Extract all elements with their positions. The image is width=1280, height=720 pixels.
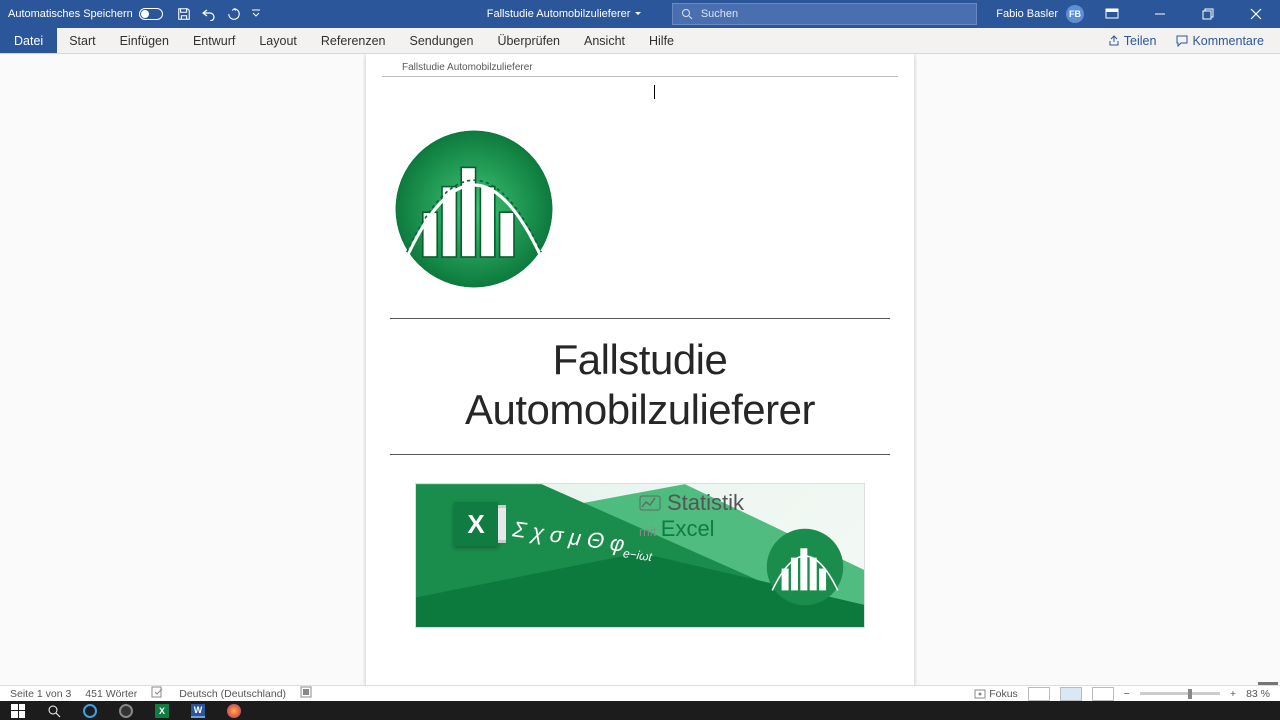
autosave-toggle[interactable]: Automatisches Speichern bbox=[0, 8, 171, 20]
minimize-icon[interactable] bbox=[1140, 0, 1180, 28]
taskbar-word-icon[interactable]: W bbox=[180, 701, 216, 720]
read-mode-icon[interactable] bbox=[1028, 687, 1050, 701]
tab-referenzen[interactable]: Referenzen bbox=[309, 28, 398, 53]
redo-icon[interactable] bbox=[227, 7, 241, 21]
text-cursor bbox=[654, 85, 655, 99]
undo-icon[interactable] bbox=[201, 7, 217, 21]
tab-layout[interactable]: Layout bbox=[247, 28, 309, 53]
user-name[interactable]: Fabio Basler bbox=[996, 8, 1058, 20]
save-icon[interactable] bbox=[177, 7, 191, 21]
running-header: Fallstudie Automobilzulieferer bbox=[382, 62, 898, 77]
zoom-in-button[interactable]: + bbox=[1230, 688, 1236, 700]
windows-taskbar: X W bbox=[0, 701, 1280, 720]
taskbar-search-icon[interactable] bbox=[36, 701, 72, 720]
taskbar-excel-icon[interactable]: X bbox=[144, 701, 180, 720]
close-icon[interactable] bbox=[1236, 0, 1276, 28]
page-indicator[interactable]: Seite 1 von 3 bbox=[10, 688, 71, 700]
print-layout-icon[interactable] bbox=[1060, 687, 1082, 701]
autosave-label: Automatisches Speichern bbox=[8, 8, 133, 20]
tab-datei[interactable]: Datei bbox=[0, 28, 57, 53]
zoom-level[interactable]: 83 % bbox=[1246, 688, 1270, 700]
document-title[interactable]: Fallstudie Automobilzulieferer bbox=[487, 8, 643, 20]
excel-icon: X bbox=[454, 502, 498, 546]
tab-start[interactable]: Start bbox=[57, 28, 107, 53]
statusbar: Seite 1 von 3 451 Wörter Deutsch (Deutsc… bbox=[0, 685, 1280, 701]
ribbon-display-icon[interactable] bbox=[1092, 0, 1132, 28]
cortana-icon[interactable] bbox=[72, 701, 108, 720]
document-title-text: Fallstudie Automobilzulieferer bbox=[487, 8, 631, 20]
share-icon bbox=[1108, 35, 1120, 47]
ribbon-tabs: Datei Start Einfügen Entwurf Layout Refe… bbox=[0, 28, 1280, 54]
title-line2: Automobilzulieferer bbox=[394, 385, 886, 435]
fokus-icon bbox=[974, 689, 986, 699]
search-icon bbox=[681, 8, 693, 20]
statistics-logo-small-icon bbox=[766, 528, 844, 606]
title-line1: Fallstudie bbox=[394, 335, 886, 385]
tab-sendungen[interactable]: Sendungen bbox=[398, 28, 486, 53]
comment-icon bbox=[1176, 35, 1188, 47]
search-placeholder: Suchen bbox=[701, 8, 738, 20]
word-count[interactable]: 451 Wörter bbox=[85, 688, 137, 700]
excel-statistics-banner: X Σ χ σ μ Θ φe−iωt Statistik mit Excel bbox=[415, 483, 865, 628]
obs-icon[interactable] bbox=[108, 701, 144, 720]
maximize-icon[interactable] bbox=[1188, 0, 1228, 28]
macro-icon[interactable] bbox=[300, 686, 312, 701]
banner-text: Statistik mit Excel bbox=[639, 490, 744, 542]
titlebar-right: Fabio Basler FB bbox=[996, 0, 1280, 28]
qat-more-icon[interactable] bbox=[251, 9, 261, 19]
tab-entwurf[interactable]: Entwurf bbox=[181, 28, 247, 53]
tab-ansicht[interactable]: Ansicht bbox=[572, 28, 637, 53]
user-avatar[interactable]: FB bbox=[1066, 5, 1084, 23]
dropdown-icon bbox=[634, 10, 642, 18]
taskbar-firefox-icon[interactable] bbox=[216, 701, 252, 720]
language-indicator[interactable]: Deutsch (Deutschland) bbox=[179, 688, 286, 700]
tab-hilfe[interactable]: Hilfe bbox=[637, 28, 686, 53]
comments-button[interactable]: Kommentare bbox=[1168, 34, 1272, 48]
document-canvas[interactable]: Fallstudie Automobilzulieferer Fallstudi… bbox=[0, 54, 1280, 686]
statistics-logo-icon bbox=[394, 129, 554, 289]
tab-ueberpruefen[interactable]: Überprüfen bbox=[485, 28, 572, 53]
document-heading: Fallstudie Automobilzulieferer bbox=[394, 319, 886, 454]
fokus-button[interactable]: Fokus bbox=[974, 688, 1018, 700]
divider-bottom bbox=[390, 454, 890, 455]
zoom-slider[interactable] bbox=[1140, 692, 1220, 695]
web-layout-icon[interactable] bbox=[1092, 687, 1114, 701]
zoom-out-button[interactable]: − bbox=[1124, 688, 1130, 700]
share-button[interactable]: Teilen bbox=[1100, 34, 1165, 48]
spellcheck-icon[interactable] bbox=[151, 686, 165, 701]
search-input[interactable]: Suchen bbox=[672, 3, 977, 25]
page: Fallstudie Automobilzulieferer Fallstudi… bbox=[366, 54, 914, 686]
quick-access-toolbar bbox=[171, 7, 267, 21]
start-button[interactable] bbox=[0, 701, 36, 720]
tab-einfuegen[interactable]: Einfügen bbox=[108, 28, 181, 53]
titlebar: Automatisches Speichern Fallstudie Autom… bbox=[0, 0, 1280, 28]
chart-icon bbox=[639, 495, 661, 511]
toggle-switch-icon[interactable] bbox=[139, 8, 163, 20]
